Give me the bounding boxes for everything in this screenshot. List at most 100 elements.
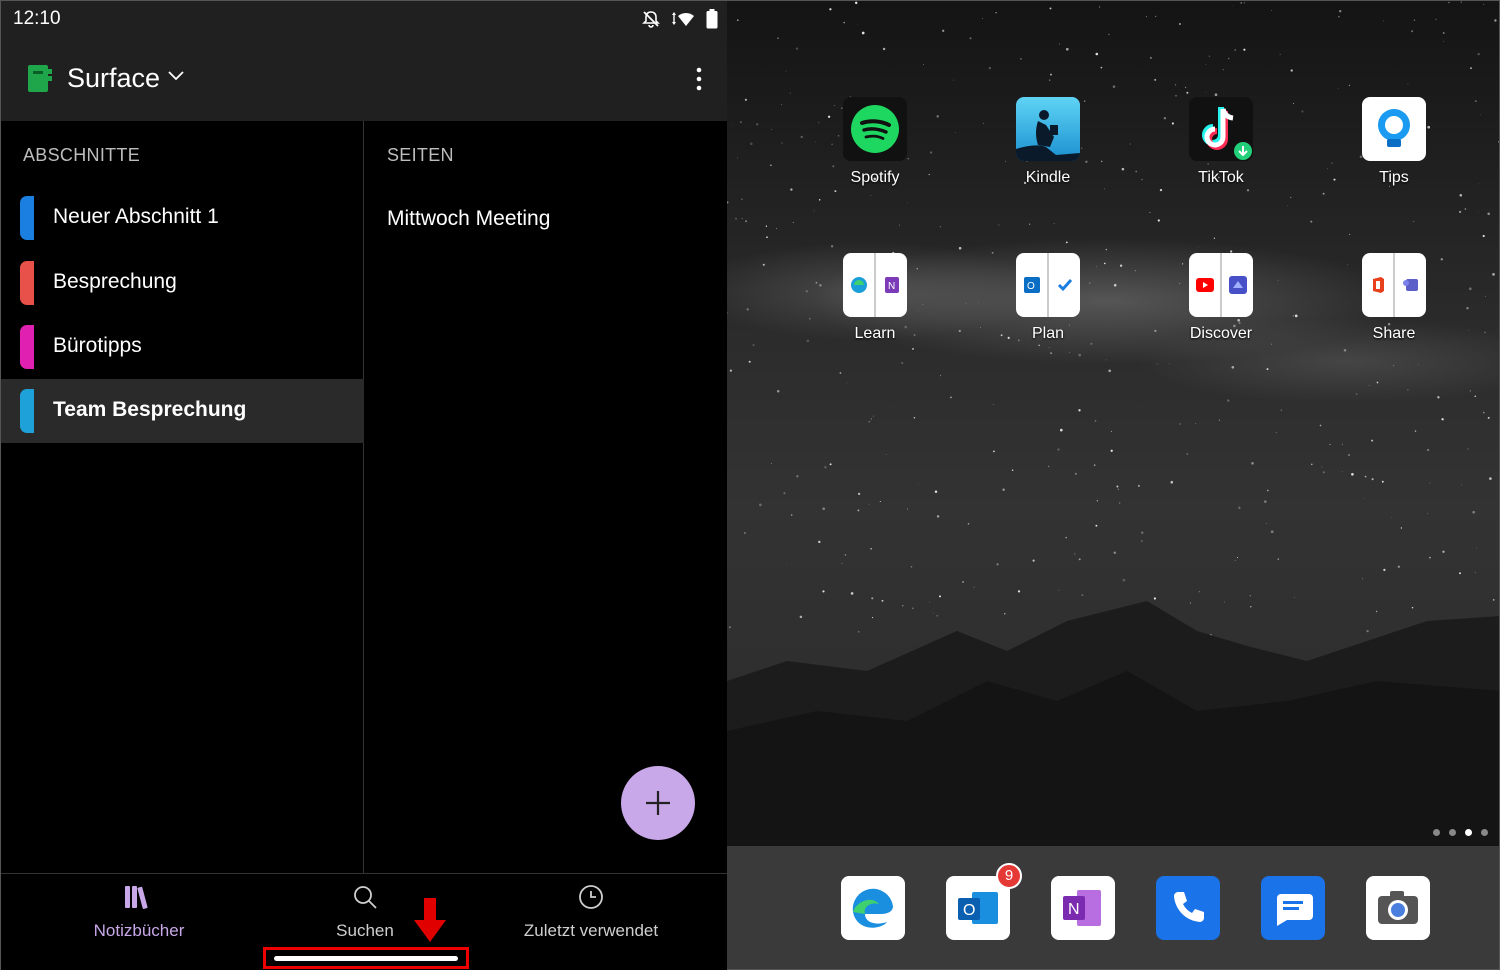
nav-search[interactable]: Suchen (321, 884, 409, 941)
star (870, 418, 872, 420)
nav-recent[interactable]: Zuletzt verwendet (511, 884, 671, 941)
app-tiktok[interactable]: TikTok (1161, 97, 1281, 187)
star (1443, 40, 1444, 42)
star (765, 225, 768, 227)
star (977, 302, 979, 304)
star (727, 201, 729, 204)
star (1414, 430, 1417, 432)
star (1487, 212, 1491, 216)
app-label: Share (1372, 325, 1416, 342)
star (1205, 91, 1207, 93)
star (1459, 210, 1462, 213)
star (907, 202, 909, 204)
star (1339, 10, 1342, 13)
star (1094, 464, 1096, 466)
camera-icon[interactable] (1366, 876, 1430, 940)
folder-learn[interactable]: N Learn (815, 253, 935, 343)
star (1392, 364, 1395, 367)
star (1322, 471, 1325, 474)
star (746, 308, 749, 311)
star (1095, 524, 1098, 527)
star (917, 483, 919, 485)
star (1179, 23, 1181, 25)
page-dot (1433, 829, 1440, 836)
star (1113, 283, 1117, 287)
app-tips[interactable]: Tips (1334, 97, 1454, 187)
notebook-title[interactable]: Surface (67, 63, 160, 94)
section-item[interactable]: Besprechung (1, 251, 364, 315)
star (1238, 506, 1241, 509)
star (1140, 531, 1144, 534)
star (857, 509, 860, 512)
star (1331, 162, 1333, 164)
star (1277, 558, 1279, 560)
star (942, 29, 945, 32)
folder-discover[interactable]: Discover (1161, 253, 1281, 343)
edge-icon[interactable] (841, 876, 905, 940)
star (1112, 85, 1116, 88)
onenote-icon[interactable]: N (1051, 876, 1115, 940)
star (913, 417, 916, 419)
add-page-button[interactable] (621, 766, 695, 840)
star (940, 375, 942, 377)
star (1185, 86, 1187, 88)
star (1368, 385, 1370, 386)
star (1479, 114, 1481, 116)
star (741, 218, 743, 220)
star (1105, 359, 1107, 361)
star (1413, 19, 1416, 21)
star (1364, 475, 1367, 478)
star (734, 217, 738, 220)
star (818, 199, 821, 201)
star (1441, 418, 1444, 421)
star (1119, 264, 1123, 267)
app-label: Tips (1379, 169, 1409, 186)
star (1286, 205, 1288, 207)
folder-plan[interactable]: O Plan (988, 253, 1108, 343)
chevron-down-icon[interactable] (167, 69, 185, 81)
nav-notebooks[interactable]: Notizbücher (71, 884, 207, 941)
more-options-icon[interactable] (689, 66, 709, 92)
page-dot-active (1465, 829, 1472, 836)
star (796, 475, 799, 478)
star (1094, 420, 1097, 422)
star (1270, 530, 1274, 534)
star (818, 540, 821, 544)
page-dot (1481, 829, 1488, 836)
app-label: Learn (854, 325, 896, 342)
app-kindle[interactable]: Kindle (988, 97, 1108, 187)
section-item-selected[interactable]: Team Besprechung (1, 379, 364, 443)
star (1290, 69, 1293, 72)
star (1355, 393, 1358, 395)
star (1243, 2, 1245, 4)
star (1459, 194, 1463, 197)
star (1341, 443, 1343, 445)
star (1290, 196, 1292, 199)
star (750, 142, 753, 146)
star (1174, 84, 1177, 86)
star (1407, 83, 1409, 85)
page-item[interactable]: Mittwoch Meeting (387, 207, 550, 231)
folder-share[interactable]: Share (1334, 253, 1454, 343)
star (1429, 556, 1431, 559)
star (998, 224, 1000, 226)
star (1057, 448, 1060, 451)
section-item[interactable]: Bürotipps (1, 315, 364, 379)
star (1246, 189, 1250, 192)
gesture-handle[interactable] (274, 956, 458, 961)
star (939, 226, 942, 228)
star (993, 404, 995, 405)
folder-icon: N (843, 253, 907, 317)
section-item[interactable]: Neuer Abschnitt 1 (1, 186, 364, 250)
phone-icon[interactable] (1156, 876, 1220, 940)
star (1371, 478, 1374, 481)
star (781, 103, 782, 105)
star (967, 522, 970, 525)
tiktok-icon (1189, 97, 1253, 161)
star (1134, 270, 1136, 272)
star (1321, 466, 1323, 468)
app-spotify[interactable]: Spotify (815, 97, 935, 187)
star (1053, 223, 1055, 224)
app-label: Spotify (850, 169, 900, 186)
messages-icon[interactable] (1261, 876, 1325, 940)
